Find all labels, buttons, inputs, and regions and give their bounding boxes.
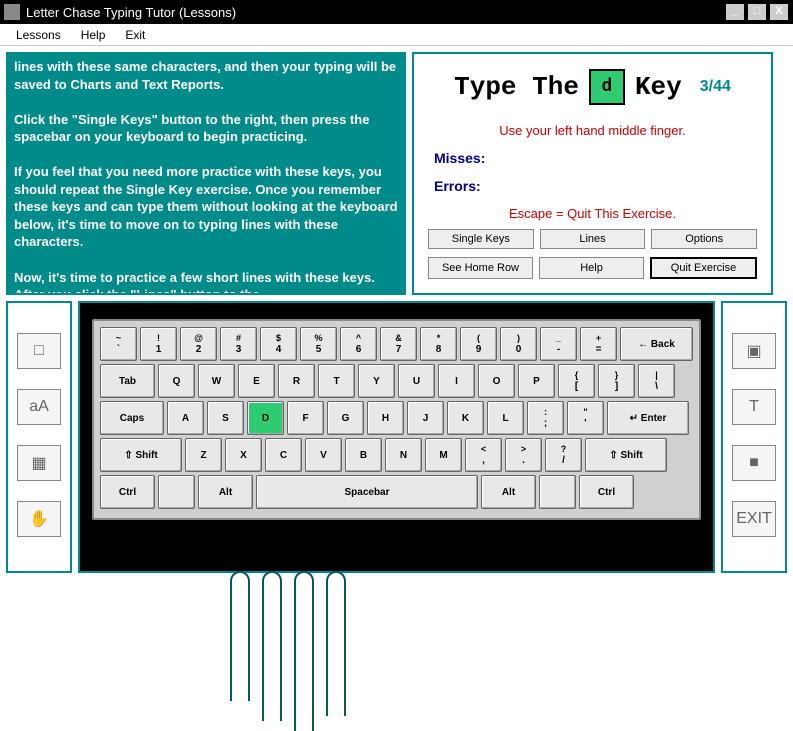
key-h: H xyxy=(367,401,404,435)
key-9: (9 xyxy=(460,327,497,361)
type-the-label: Type The xyxy=(454,72,579,102)
key-2: @2 xyxy=(180,327,217,361)
tool-icon-1[interactable]: □ xyxy=(17,333,61,369)
key-e: E xyxy=(238,364,275,398)
help-button[interactable]: Help xyxy=(539,257,644,279)
key-blank1 xyxy=(158,475,195,509)
menu-help[interactable]: Help xyxy=(71,26,116,44)
key-\: |\ xyxy=(638,364,675,398)
key-': "' xyxy=(567,401,604,435)
escape-hint: Escape = Quit This Exercise. xyxy=(424,206,761,221)
key-u: U xyxy=(398,364,435,398)
key-4: $4 xyxy=(260,327,297,361)
key-6: ^6 xyxy=(340,327,377,361)
key-;: :; xyxy=(527,401,564,435)
key-shift-left: ⇧ Shift xyxy=(100,438,182,472)
single-keys-button[interactable]: Single Keys xyxy=(428,229,534,249)
see-home-row-button[interactable]: See Home Row xyxy=(428,257,533,279)
key-o: O xyxy=(478,364,515,398)
menu-lessons[interactable]: Lessons xyxy=(6,26,71,44)
key-/: ?/ xyxy=(545,438,582,472)
menu-exit[interactable]: Exit xyxy=(115,26,155,44)
key-7: &7 xyxy=(380,327,417,361)
maximize-button[interactable]: □ xyxy=(747,3,767,21)
key-,: <, xyxy=(465,438,502,472)
exercise-panel: Type The d Key 3/44 Use your left hand m… xyxy=(412,52,773,295)
key-alt-left: Alt xyxy=(198,475,253,509)
key-x: X xyxy=(225,438,262,472)
app-icon xyxy=(4,4,20,20)
key-a: A xyxy=(167,401,204,435)
key-l: L xyxy=(487,401,524,435)
hand-icon[interactable]: ✋ xyxy=(17,501,61,537)
key-j: J xyxy=(407,401,444,435)
minimize-button[interactable]: _ xyxy=(725,3,745,21)
key-ctrl-right: Ctrl xyxy=(579,475,634,509)
key--: _- xyxy=(540,327,577,361)
key-alt-right: Alt xyxy=(481,475,536,509)
left-tool-panel: □ aA ▦ ✋ xyxy=(6,301,72,573)
key-i: I xyxy=(438,364,475,398)
instructions-text: lines with these same characters, and th… xyxy=(14,58,398,295)
key-s: S xyxy=(207,401,244,435)
key-k: K xyxy=(447,401,484,435)
errors-label: Errors: xyxy=(434,178,761,194)
keyboard-panel: ~`!1@2#3$4%5^6&7*8(9)0_-+=← Back TabQWERT… xyxy=(78,301,715,573)
key-backspace: ← Back xyxy=(620,327,693,361)
options-button[interactable]: Options xyxy=(651,229,757,249)
key-p: P xyxy=(518,364,555,398)
progress-count: 3/44 xyxy=(700,78,731,96)
lines-button[interactable]: Lines xyxy=(540,229,646,249)
key-ctrl-left: Ctrl xyxy=(100,475,155,509)
key-label: Key xyxy=(635,72,682,102)
key-caps: Caps xyxy=(100,401,164,435)
key-t: T xyxy=(318,364,355,398)
key-g: G xyxy=(327,401,364,435)
key-.: >. xyxy=(505,438,542,472)
window-title: Letter Chase Typing Tutor (Lessons) xyxy=(26,5,725,20)
exit-icon[interactable]: EXIT xyxy=(732,501,776,537)
key-v: V xyxy=(305,438,342,472)
key-w: W xyxy=(198,364,235,398)
key-enter: ↵ Enter xyxy=(607,401,689,435)
key-shift-right: ⇧ Shift xyxy=(585,438,667,472)
finger-hint: Use your left hand middle finger. xyxy=(424,123,761,138)
tool-icon-6[interactable]: T xyxy=(732,389,776,425)
key-tab: Tab xyxy=(100,364,155,398)
key-q: Q xyxy=(158,364,195,398)
tool-icon-2[interactable]: aA xyxy=(17,389,61,425)
key-0: )0 xyxy=(500,327,537,361)
tool-icon-7[interactable]: ■ xyxy=(732,445,776,481)
menubar: Lessons Help Exit xyxy=(0,24,793,46)
close-button[interactable]: X xyxy=(769,3,789,21)
key-blank2 xyxy=(539,475,576,509)
key-5: %5 xyxy=(300,327,337,361)
key-space: Spacebar xyxy=(256,475,478,509)
key-`: ~` xyxy=(100,327,137,361)
key-f: F xyxy=(287,401,324,435)
key-m: M xyxy=(425,438,462,472)
key-]: }] xyxy=(598,364,635,398)
key-b: B xyxy=(345,438,382,472)
key-y: Y xyxy=(358,364,395,398)
instructions-panel: lines with these same characters, and th… xyxy=(6,52,406,295)
tool-icon-5[interactable]: ▣ xyxy=(732,333,776,369)
right-tool-panel: ▣ T ■ EXIT xyxy=(721,301,787,573)
tool-icon-3[interactable]: ▦ xyxy=(17,445,61,481)
misses-label: Misses: xyxy=(434,150,761,166)
key-8: *8 xyxy=(420,327,457,361)
target-key-chip: d xyxy=(589,69,625,105)
key-3: #3 xyxy=(220,327,257,361)
key-r: R xyxy=(278,364,315,398)
quit-exercise-button[interactable]: Quit Exercise xyxy=(650,257,757,279)
key-d: D xyxy=(247,401,284,435)
key-[: {[ xyxy=(558,364,595,398)
key-=: += xyxy=(580,327,617,361)
titlebar: Letter Chase Typing Tutor (Lessons) _ □ … xyxy=(0,0,793,24)
key-z: Z xyxy=(185,438,222,472)
key-1: !1 xyxy=(140,327,177,361)
key-n: N xyxy=(385,438,422,472)
key-c: C xyxy=(265,438,302,472)
